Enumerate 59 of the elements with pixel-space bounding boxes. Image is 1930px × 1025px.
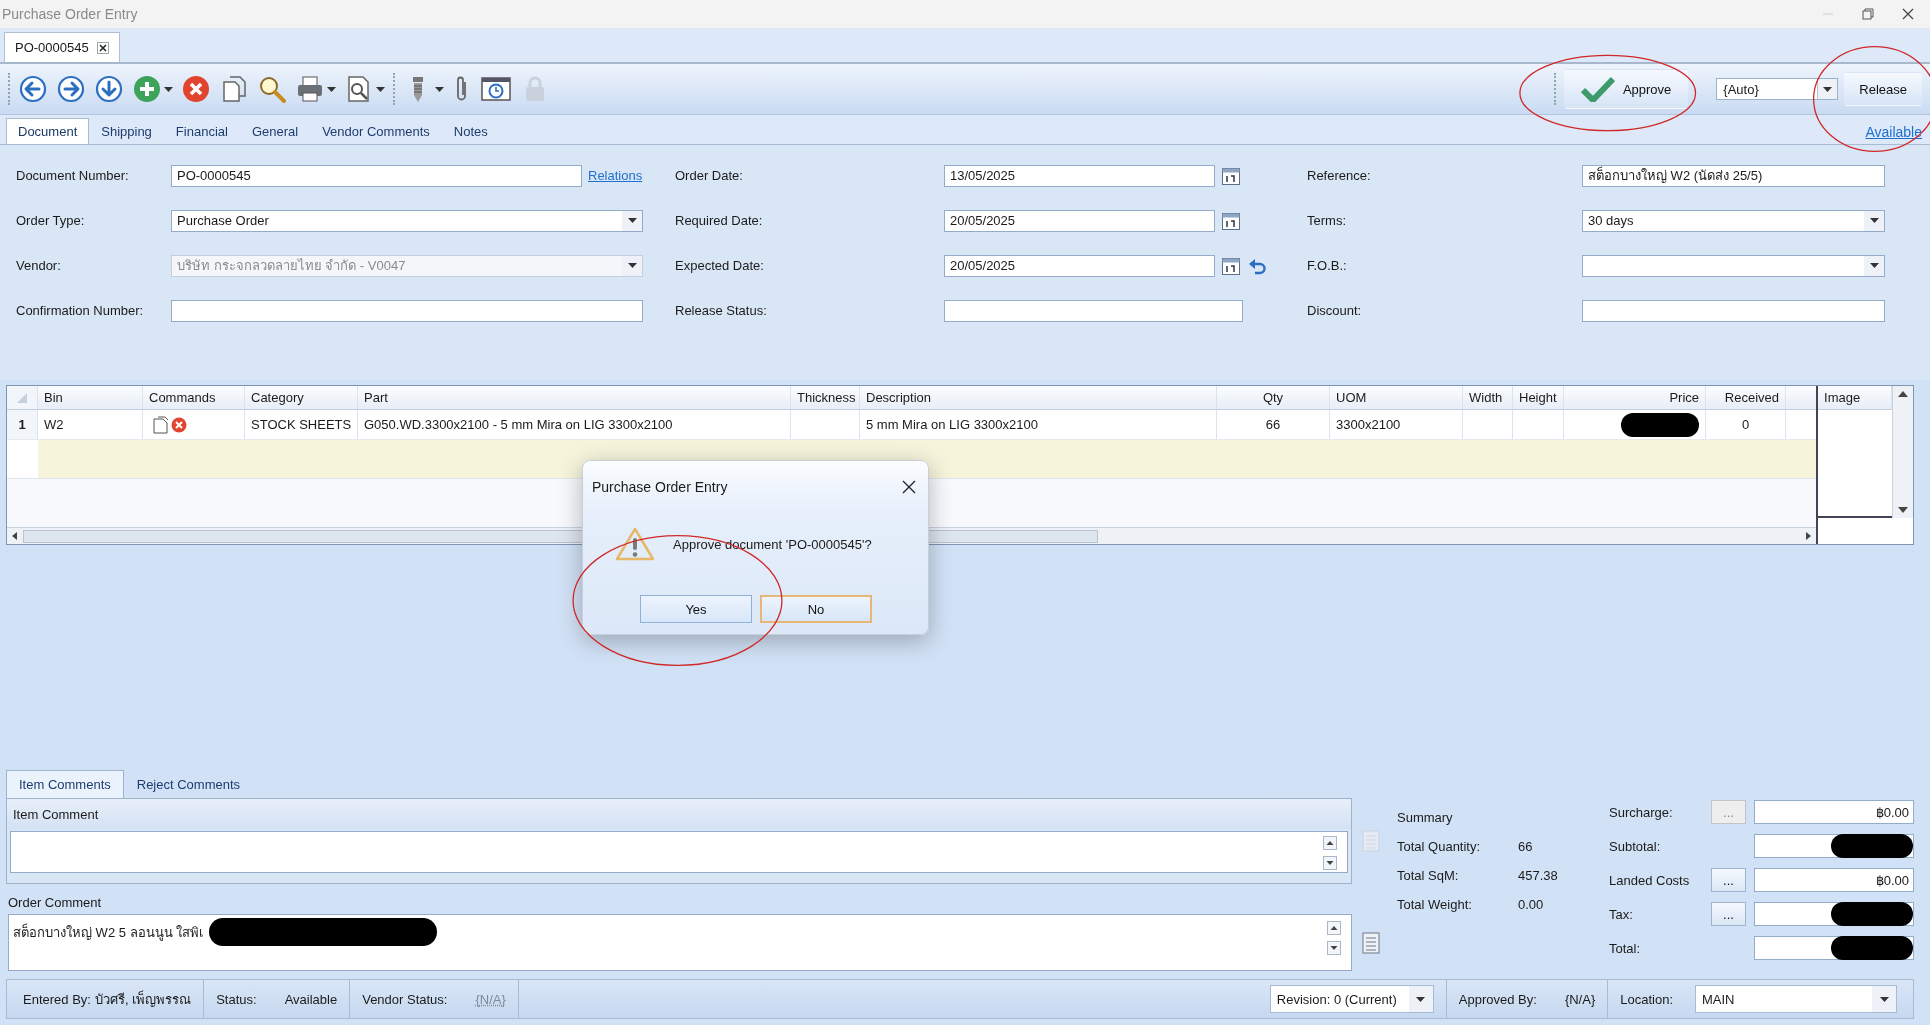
field-label: Order Type: (16, 213, 86, 228)
combo-value: {Auto} (1723, 81, 1760, 97)
table-cell: 0 (1706, 410, 1786, 439)
field-value: บริษัท กระจกลวดลายไทย จำกัด - V0047 (177, 257, 407, 275)
status-label: Approved By: (1458, 991, 1537, 1007)
table-cell: 5 mm Mira on LIG 3300x2100 (860, 410, 1217, 439)
summary-label: Total Quantity: (1397, 839, 1482, 854)
status-label: Entered By: (23, 991, 91, 1007)
total-label: Subtotal: (1609, 838, 1662, 854)
summary-label: Total Weight: (1397, 897, 1473, 912)
summary-title: Summary (1397, 810, 1454, 825)
field-value: 30 days (1588, 213, 1635, 228)
status-value: บัวศรี, เพ็ญพรรณ (94, 989, 192, 1009)
field-label: Terms: (1307, 213, 1347, 228)
field-value: MAIN (1702, 991, 1736, 1007)
total-label: Total: (1609, 940, 1642, 956)
table-cell: W2 (38, 410, 143, 439)
dialog-message: Approve document 'PO-0000545'? (673, 536, 872, 552)
field-value: Purchase Order (177, 213, 270, 228)
field-label: Confirmation Number: (16, 303, 145, 318)
field-label: Release Status: (675, 303, 768, 318)
table-cell: 66 (1217, 410, 1330, 439)
field-value: 20/05/2025 (950, 213, 1017, 228)
field-label: Reference: (1307, 168, 1372, 183)
status-value: {N/A} (1564, 991, 1596, 1007)
field-value: Revision: 0 (Current) (1276, 991, 1398, 1007)
table-cell: 3300x2100 (1330, 410, 1463, 439)
total-label: Surcharge: (1609, 804, 1674, 820)
window-title: Purchase Order Entry (2, 6, 138, 22)
field-label: Document Number: (16, 168, 130, 183)
field-label: Vendor: (16, 258, 62, 273)
dialog-title: Purchase Order Entry (592, 479, 728, 495)
status-value: Available (284, 991, 338, 1007)
field-label: Required Date: (675, 213, 764, 228)
summary-value: 457.38 (1518, 868, 1559, 883)
total-label: Landed Costs (1609, 872, 1691, 888)
amount-value: ฿0.00 (1875, 872, 1909, 888)
field-value: สต็อกบางใหญ่ W2 (นัดส่ง 25/5) (1588, 165, 1764, 185)
field-label: Discount: (1307, 303, 1363, 318)
field-label: Order Date: (675, 168, 744, 183)
total-label: Tax: (1609, 906, 1634, 922)
status-label: Vendor Status: (362, 991, 448, 1007)
field-value: PO-0000545 (177, 168, 252, 183)
status-label: Location: (1620, 991, 1673, 1007)
amount-value: ฿0.00 (1875, 804, 1909, 820)
field-value: 20/05/2025 (950, 258, 1017, 273)
row-number: 1 (7, 410, 38, 439)
table-cell: G050.WD.3300x2100 - 5 mm Mira on LIG 3300x2100 (358, 410, 791, 439)
field-label: Order Comment (8, 895, 102, 910)
panel-title: Item Comment (13, 806, 99, 822)
field-value: 13/05/2025 (950, 168, 1017, 183)
summary-value: 0.00 (1518, 897, 1545, 912)
field-label: F.O.B.: (1307, 258, 1348, 273)
summary-value: 66 (1518, 839, 1534, 854)
summary-label: Total SqM: (1397, 868, 1460, 883)
status-label: Status: (216, 991, 257, 1007)
field-label: Expected Date: (675, 258, 765, 273)
comment-text: สต็อกบางใหญ่ W2 5 ลอนนูน ใสพิเ (13, 922, 204, 943)
table-cell: STOCK SHEETS (245, 410, 358, 439)
